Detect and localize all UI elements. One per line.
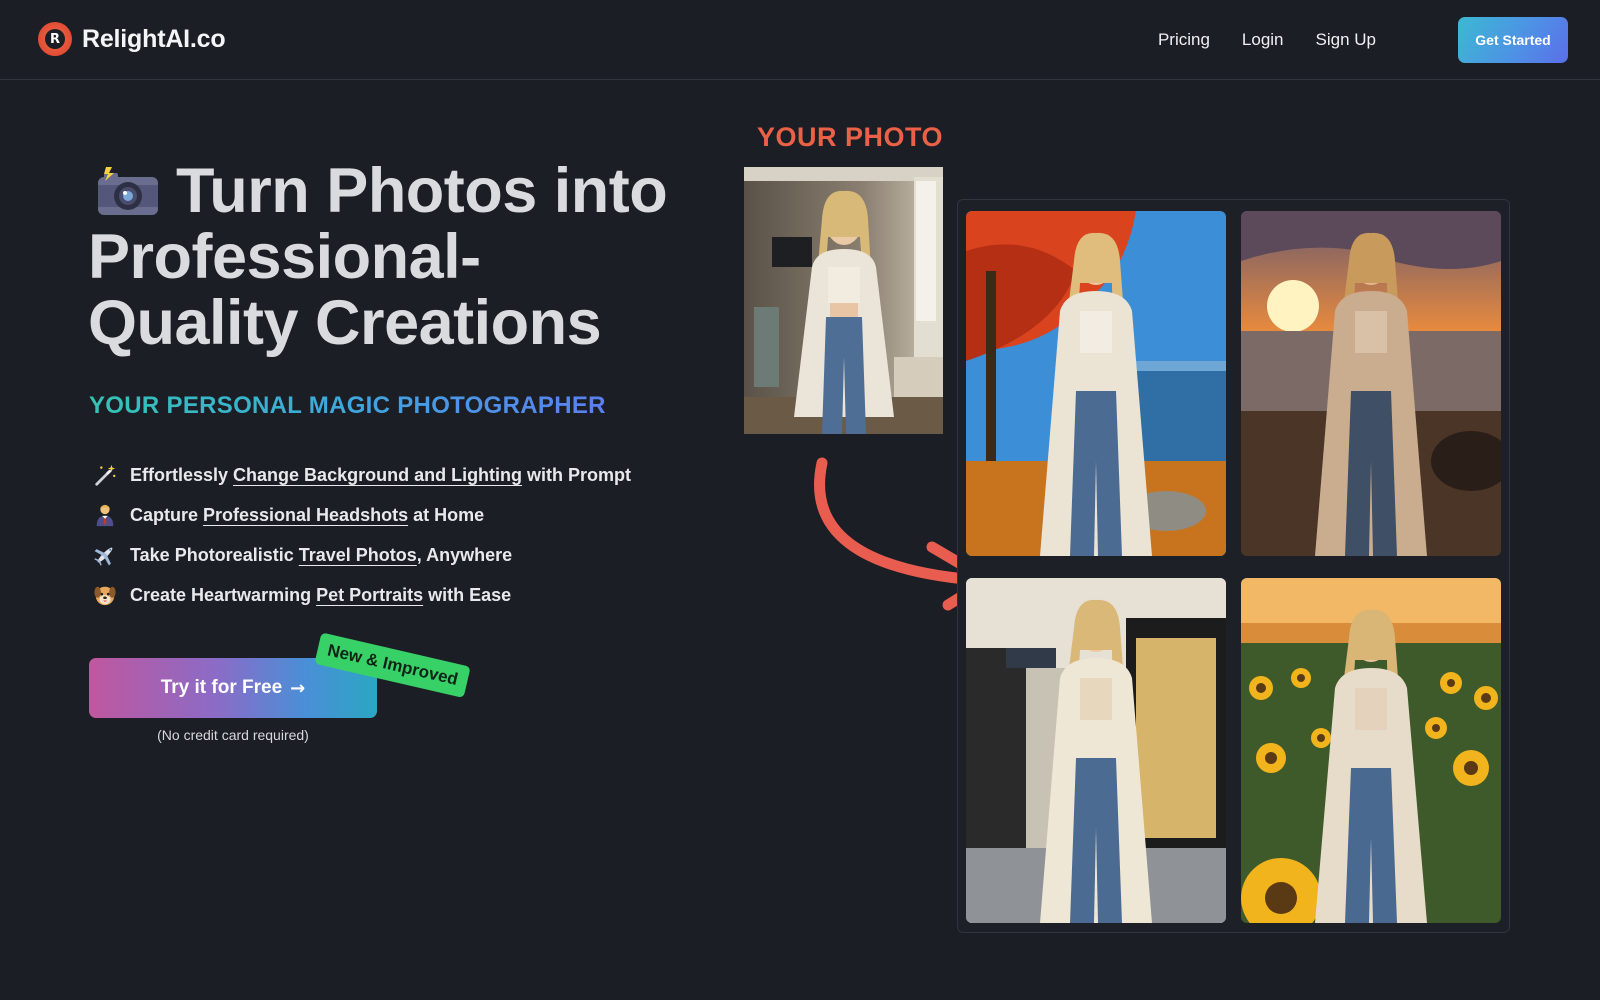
feature-text-post: at Home [408, 504, 485, 525]
feature-link-headshots[interactable]: Professional Headshots [203, 505, 408, 526]
hero-title-line1: Turn Photos into [176, 156, 668, 226]
feature-text-pre: Create Heartwarming [130, 584, 317, 605]
feature-link-background-lighting[interactable]: Change Background and Lighting [233, 465, 522, 486]
feature-list: Effortlessly Change Background and Light… [92, 455, 631, 615]
feature-item: Capture Professional Headshots at Home [92, 495, 631, 535]
feature-text-pre: Effortlessly [130, 464, 234, 485]
source-photo-image [744, 167, 943, 434]
try-for-free-label: Try it for Free [160, 677, 283, 698]
feature-text-pre: Capture [130, 504, 204, 525]
hero-title-line3: Quality Creations [88, 288, 602, 358]
result-photo-street [966, 578, 1226, 923]
brand-logo[interactable]: R RelightAI.co [38, 22, 226, 56]
camera-flash-icon [96, 163, 160, 216]
top-nav: Pricing Login Sign Up [1158, 30, 1376, 50]
result-photo-beach-sunset [1241, 211, 1501, 556]
nav-pricing-link[interactable]: Pricing [1158, 30, 1210, 50]
feature-text-post: , Anywhere [416, 544, 513, 565]
businessman-icon [92, 502, 118, 528]
your-photo-label: YOUR PHOTO [757, 122, 944, 152]
hero-subtitle: YOUR PERSONAL MAGIC PHOTOGRAPHER [89, 392, 606, 419]
result-photo-sunflowers [1241, 578, 1501, 923]
nav-login-link[interactable]: Login [1242, 30, 1284, 50]
hero-title: Turn Photos into Professional- Quality C… [88, 158, 728, 356]
feature-text-post: with Ease [423, 584, 512, 605]
no-credit-card-note: (No credit card required) [157, 727, 309, 743]
logo-letter: R [49, 31, 60, 47]
dog-icon [92, 582, 118, 608]
feature-item: Take Photorealistic Travel Photos, Anywh… [92, 535, 631, 575]
nav-signup-link[interactable]: Sign Up [1316, 30, 1376, 50]
airplane-icon [92, 542, 118, 568]
arrow-right-icon: → [290, 677, 306, 699]
feature-text-pre: Take Photorealistic [130, 544, 299, 565]
aperture-logo-icon: R [38, 22, 72, 56]
feature-link-travel-photos[interactable]: Travel Photos [299, 545, 417, 566]
get-started-button[interactable]: Get Started [1458, 17, 1568, 63]
hero-title-line2: Professional- [88, 222, 481, 292]
feature-link-pet-portraits[interactable]: Pet Portraits [316, 585, 423, 606]
brand-name: RelightAI.co [82, 24, 226, 53]
site-header: R RelightAI.co Pricing Login Sign Up Get… [0, 0, 1600, 80]
result-photo-autumn [966, 211, 1226, 556]
feature-item: Effortlessly Change Background and Light… [92, 455, 631, 495]
magic-wand-icon [92, 462, 118, 488]
feature-text-post: with Prompt [522, 464, 632, 485]
feature-item: Create Heartwarming Pet Portraits with E… [92, 575, 631, 615]
